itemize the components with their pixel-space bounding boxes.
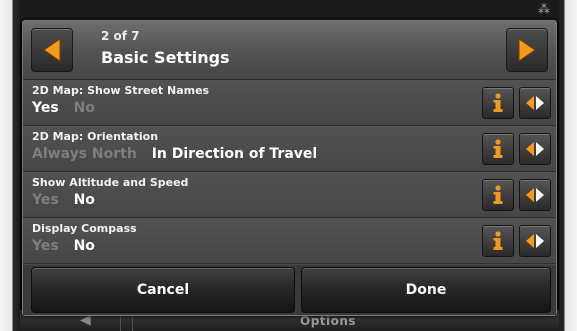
dialog-header: 2 of 7 Basic Settings [23,21,556,80]
status-bar [0,0,577,22]
toggle-option-button[interactable] [519,133,551,165]
page-title: Basic Settings [101,48,230,67]
left-right-arrows-icon [526,142,544,156]
toggle-option-button[interactable] [519,87,551,119]
arrow-left-icon [43,38,61,62]
info-icon [493,139,503,158]
dialog-footer: Cancel Done [23,265,556,315]
arrow-right-icon [518,38,536,62]
info-button[interactable] [482,225,514,257]
setting-options: Yes No [32,238,105,254]
cancel-button[interactable]: Cancel [31,267,295,313]
left-right-arrows-icon [526,188,544,202]
setting-options: Yes No [32,192,105,208]
previous-page-button[interactable] [31,28,73,72]
setting-option[interactable]: Always North [32,146,137,162]
setting-option[interactable]: No [74,238,95,254]
left-right-arrows-icon [526,234,544,248]
page-indicator: 2 of 7 [101,29,140,43]
setting-option[interactable]: Yes [32,192,59,208]
setting-row: 2D Map: Show Street Names Yes No [23,80,556,126]
info-icon [493,185,503,204]
setting-row: 2D Map: Orientation Always North In Dire… [23,126,556,172]
info-icon [493,93,503,112]
info-button[interactable] [482,87,514,119]
setting-options: Always North In Direction of Travel [32,146,327,162]
setting-label: 2D Map: Show Street Names [32,84,210,97]
setting-option[interactable]: No [74,100,95,116]
setting-options: Yes No [32,100,105,116]
next-page-button[interactable] [506,28,548,72]
satellite-icon: ⁂ [538,2,551,16]
setting-label: Display Compass [32,222,137,235]
setting-label: 2D Map: Orientation [32,130,159,143]
background-options-label: Options [300,314,357,328]
setting-option[interactable]: No [74,192,95,208]
left-right-arrows-icon [526,96,544,110]
background-right-edge [559,0,577,331]
settings-dialog: 2 of 7 Basic Settings 2D Map: Show Stree… [22,20,557,316]
toggle-option-button[interactable] [519,179,551,211]
background-left-edge [0,0,20,331]
setting-label: Show Altitude and Speed [32,176,189,189]
info-button[interactable] [482,133,514,165]
done-button[interactable]: Done [301,267,551,313]
info-button[interactable] [482,179,514,211]
setting-option[interactable]: Yes [32,100,59,116]
setting-row: Display Compass Yes No [23,218,556,264]
setting-row: Show Altitude and Speed Yes No [23,172,556,218]
toggle-option-button[interactable] [519,225,551,257]
setting-option[interactable]: In Direction of Travel [152,146,317,162]
info-icon [493,231,503,250]
setting-option[interactable]: Yes [32,238,59,254]
